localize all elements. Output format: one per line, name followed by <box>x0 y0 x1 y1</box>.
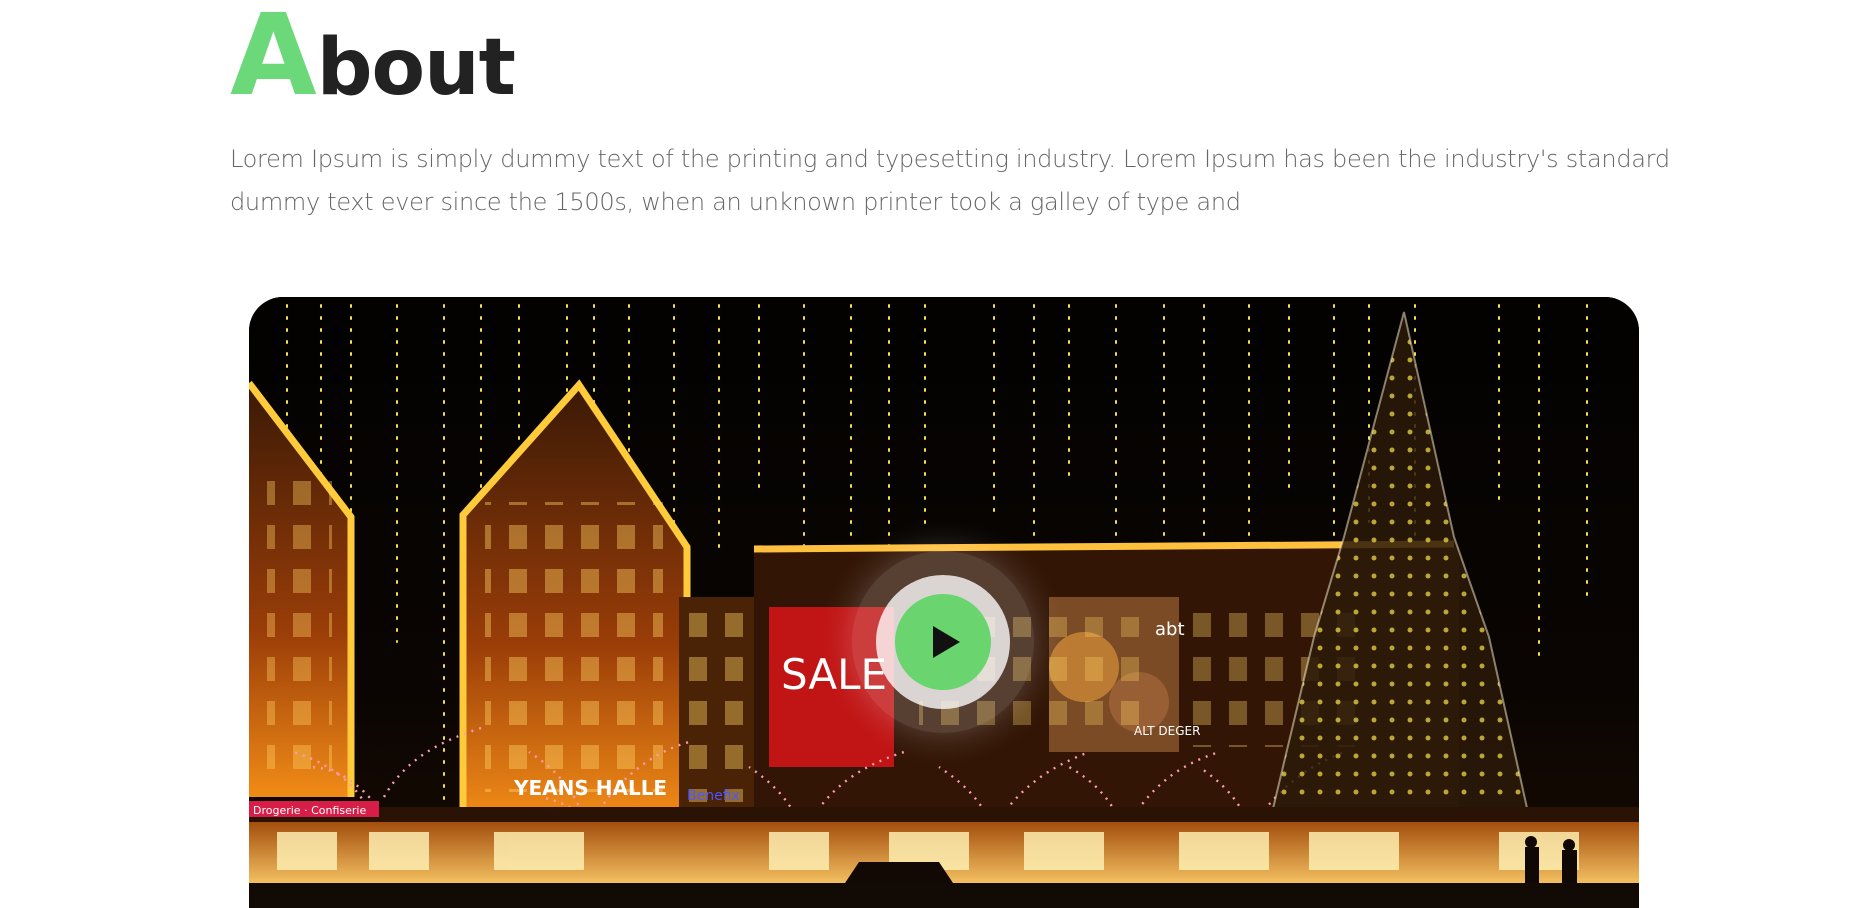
play-icon <box>933 626 960 658</box>
about-heading-first-letter: A <box>230 0 317 121</box>
about-page: About Lorem Ipsum is simply dummy text o… <box>0 0 1873 908</box>
poster-alt-text: ALT DEGER <box>1134 724 1200 738</box>
yeans-halle-sign: YEANS HALLE <box>513 776 667 800</box>
about-heading-rest: bout <box>316 23 516 113</box>
blue-store-sign: Benefix <box>687 788 740 804</box>
about-heading: About <box>230 0 516 113</box>
left-store-sign: Drogerie · Confiserie <box>253 804 366 817</box>
about-description: Lorem Ipsum is simply dummy text of the … <box>230 145 1670 216</box>
brand-logo-text: abt <box>1155 619 1185 640</box>
play-video-button[interactable] <box>895 594 991 690</box>
